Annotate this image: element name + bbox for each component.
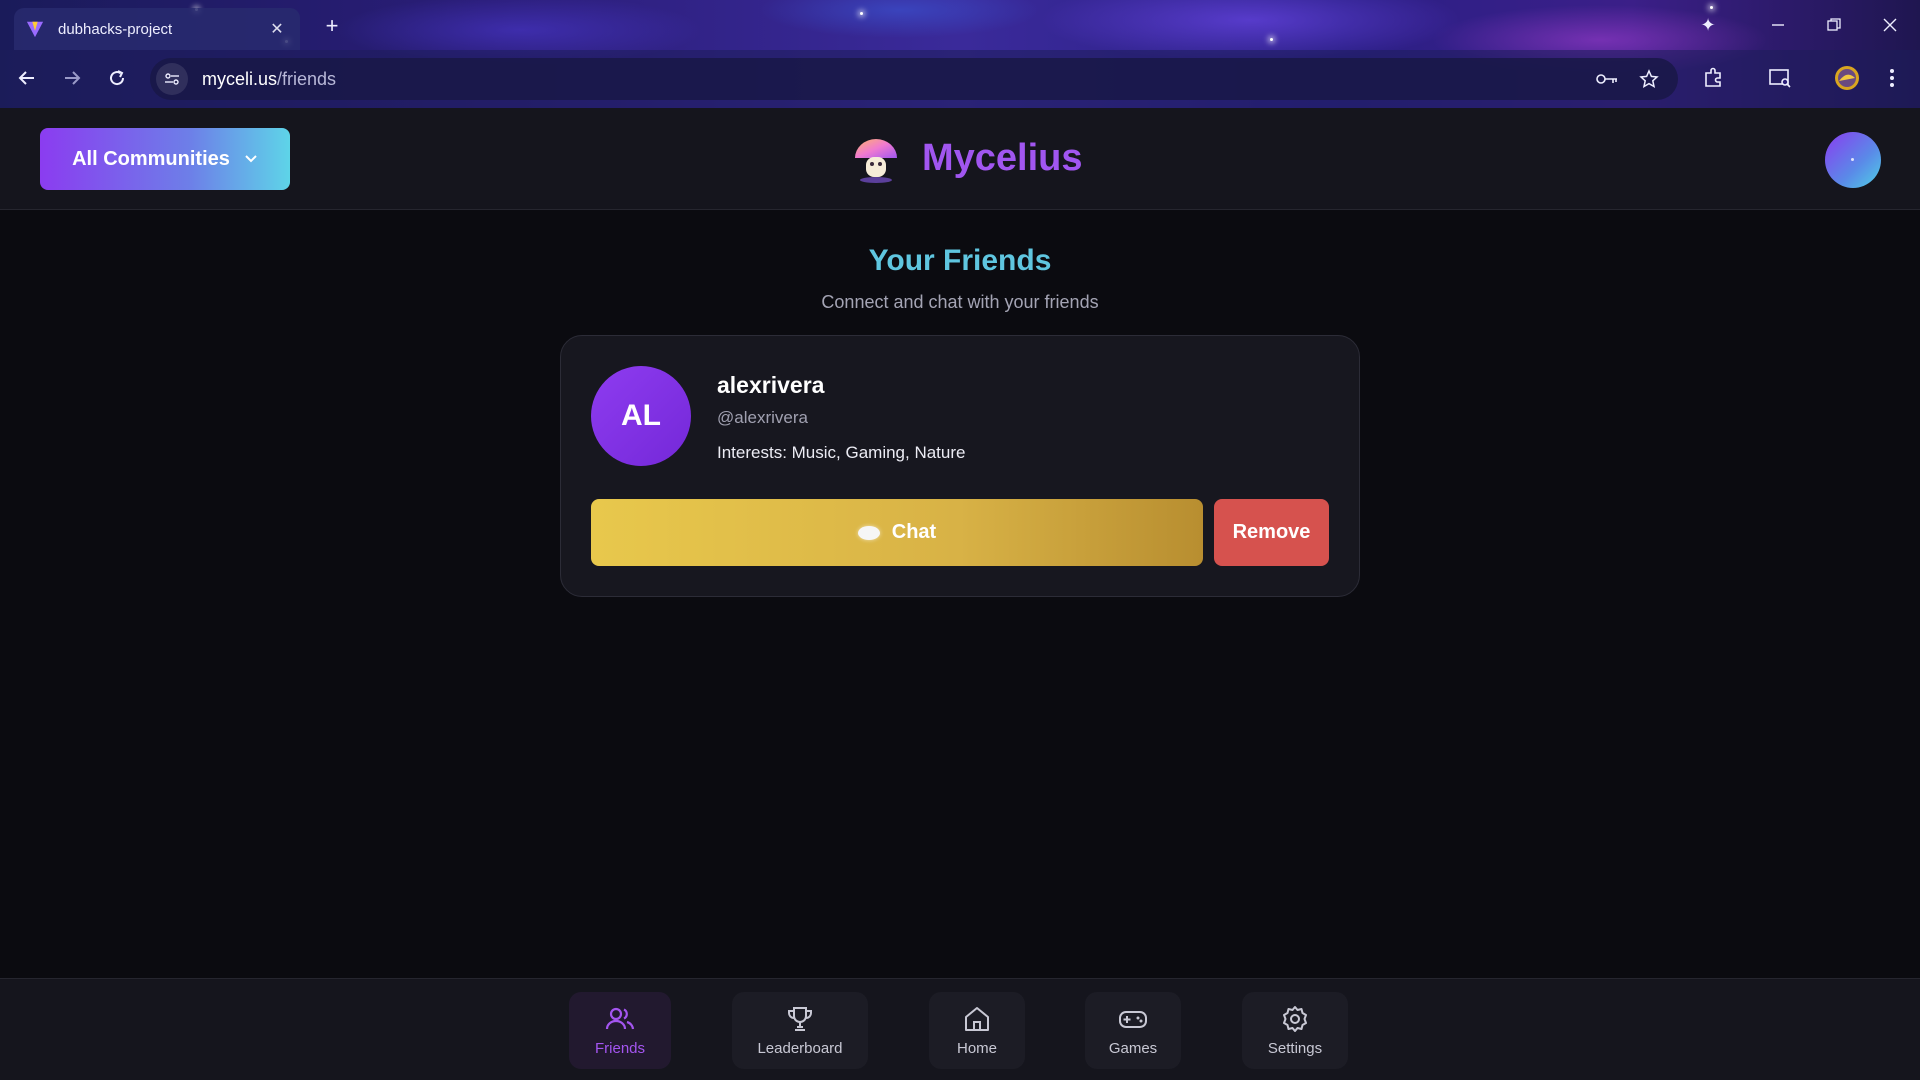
- nav-label-friends: Friends: [594, 1040, 646, 1057]
- nav-label-settings: Settings: [1267, 1040, 1323, 1057]
- browser-chrome: dubhacks-project ✕ + ✦ myceli.us/friends: [0, 0, 1920, 108]
- remove-friend-button[interactable]: Remove: [1214, 499, 1329, 566]
- password-key-icon[interactable]: [1592, 64, 1622, 94]
- tab-title: dubhacks-project: [58, 20, 173, 38]
- community-selector-button[interactable]: All Communities: [40, 128, 290, 190]
- nav-item-games[interactable]: Games: [1085, 992, 1181, 1069]
- friend-avatar: AL: [591, 366, 691, 466]
- site-info-icon[interactable]: [156, 63, 188, 95]
- browser-toolbar: myceli.us/friends: [0, 50, 1920, 108]
- nav-item-leaderboard[interactable]: Leaderboard: [732, 992, 868, 1069]
- back-icon[interactable]: [9, 60, 45, 96]
- bottom-nav: Friends Leaderboard Home Games Settings: [0, 978, 1920, 1080]
- home-icon: [965, 1007, 989, 1031]
- url-domain: myceli.us: [202, 68, 278, 89]
- vite-favicon-icon: [26, 21, 44, 38]
- address-bar[interactable]: myceli.us/friends: [150, 58, 1678, 100]
- community-selector-label: All Communities: [72, 147, 230, 170]
- nav-label-leaderboard: Leaderboard: [757, 1040, 843, 1057]
- gear-icon: [1283, 1006, 1307, 1032]
- nav-item-home[interactable]: Home: [929, 992, 1025, 1069]
- remove-button-label: Remove: [1232, 521, 1311, 543]
- nav-label-home: Home: [956, 1040, 997, 1057]
- profile-avatar-icon[interactable]: [1829, 60, 1865, 96]
- close-window-icon[interactable]: [1870, 10, 1910, 40]
- trophy-icon: [788, 1007, 812, 1031]
- chevron-down-icon: [245, 155, 257, 163]
- user-avatar[interactable]: [1825, 132, 1881, 188]
- nav-item-settings[interactable]: Settings: [1242, 992, 1348, 1069]
- mushroom-logo-icon: [855, 139, 897, 183]
- browser-tab[interactable]: dubhacks-project ✕: [14, 8, 300, 50]
- app-logo[interactable]: Mycelius: [850, 132, 1083, 184]
- gamepad-icon: [1119, 1011, 1147, 1028]
- app-header: All Communities Mycelius: [0, 108, 1920, 210]
- chat-button-label: Chat: [891, 521, 937, 543]
- chat-bubble-icon: [857, 525, 880, 540]
- app-name: Mycelius: [922, 136, 1083, 179]
- new-tab-icon[interactable]: +: [318, 12, 346, 40]
- tab-search-icon[interactable]: [1762, 60, 1798, 96]
- extensions-icon[interactable]: [1695, 60, 1731, 96]
- tab-strip: dubhacks-project ✕ + ✦: [0, 0, 1920, 50]
- chat-button[interactable]: Chat: [591, 499, 1203, 566]
- friend-handle: @alexrivera: [717, 408, 808, 427]
- minimize-icon[interactable]: [1758, 10, 1798, 40]
- page-title: Your Friends: [868, 244, 1052, 277]
- nav-label-games: Games: [1108, 1040, 1158, 1057]
- url-path: /friends: [277, 68, 337, 89]
- page-subtitle: Connect and chat with your friends: [821, 292, 1099, 312]
- restore-icon[interactable]: [1814, 10, 1854, 40]
- menu-kebab-icon[interactable]: [1874, 60, 1910, 96]
- close-tab-icon[interactable]: ✕: [266, 18, 288, 40]
- friend-card: AL alexrivera @alexrivera Interests: Mus…: [560, 335, 1360, 597]
- sparkle-icon[interactable]: ✦: [1688, 10, 1728, 40]
- friends-icon: [605, 1007, 635, 1030]
- nav-item-friends[interactable]: Friends: [569, 992, 671, 1069]
- friend-interests: Interests: Music, Gaming, Nature: [717, 443, 966, 462]
- bookmark-star-icon[interactable]: [1634, 64, 1664, 94]
- friend-name: alexrivera: [717, 372, 825, 398]
- reload-icon[interactable]: [99, 60, 135, 96]
- forward-icon[interactable]: [54, 60, 90, 96]
- url-text[interactable]: myceli.us/friends: [202, 69, 336, 90]
